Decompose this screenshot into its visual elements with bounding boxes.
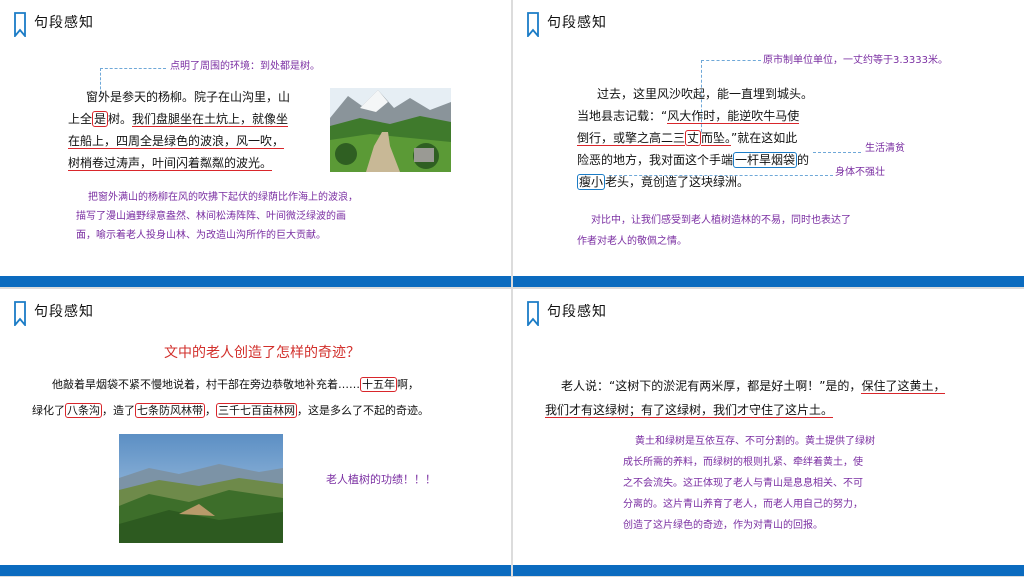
underlined-phrase: 倒行，或擎之高二三: [577, 131, 686, 146]
highlight-word: 一杆旱烟袋: [733, 152, 798, 168]
highlight-word: 是: [92, 111, 109, 127]
annotation-connector: [813, 152, 861, 153]
forest-mountain-photo: [119, 434, 283, 543]
mountain-path-photo: [330, 88, 451, 172]
slide-1[interactable]: 句段感知 点明了周围的环境：到处都是树。 窗外是参天的杨柳。院子在山沟里，山 上…: [0, 0, 511, 287]
underlined-phrase: 树梢卷过涛声，叶间闪着粼粼的波光。: [68, 156, 273, 171]
passage-text: 老人说：“这树下的淤泥有两米厚，都是好土啊！”是的，保住了这黄土， 我们才有这绿…: [545, 379, 946, 418]
highlight-word: 八条沟: [65, 403, 102, 418]
highlight-word: 瘦小: [577, 174, 606, 190]
explanation-note: 把窗外满山的杨柳在风的吹拂下起伏的绿荫比作海上的波浪， 描写了漫山遍野绿意盎然、…: [76, 192, 358, 241]
bookmark-icon: [14, 12, 26, 37]
annotation-connector: [100, 68, 166, 69]
annotation-connector: [701, 60, 761, 61]
annotation-note: 点明了周围的环境：到处都是树。: [170, 61, 320, 72]
passage-text: 他敲着旱烟袋不紧不慢地说着，村干部在旁边恭敬地补充着…… 十五年 啊， 绿化了 八条沟…: [32, 377, 429, 418]
underlined-phrase: 我们盘腿坐在土炕上，就像坐: [132, 112, 289, 127]
slide-title: 句段感知: [34, 304, 94, 320]
bookmark-icon: [14, 301, 26, 326]
bookmark-icon: [527, 301, 539, 326]
slide-2[interactable]: 句段感知 原市制单位单位，一丈约等于3.3333米。 生活清贫 身体不强壮 过去…: [513, 0, 1024, 287]
annotation-note: 原市制单位单位，一丈约等于3.3333米。: [763, 55, 948, 66]
footer-bar: [513, 276, 1024, 287]
annotation-note: 身体不强壮: [835, 167, 885, 178]
slide-title: 句段感知: [547, 15, 607, 31]
highlight-word: 三千七百亩林网: [216, 403, 297, 418]
explanation-note: 黄土和绿树是互依互存、不可分割的。黄土提供了绿树 成长所需的养料，而绿树的根则扎…: [623, 436, 875, 531]
underlined-phrase: 保住了这黄土，: [861, 379, 946, 394]
slide-title: 句段感知: [34, 15, 94, 31]
passage-text: 过去，这里风沙吹起，能一直埋到城头。 当地县志记载：“风大作时，能逆吹牛马使 倒…: [577, 87, 814, 190]
passage-text: 窗外是参天的杨柳。院子在山沟里，山 上全是树。我们盘腿坐在土炕上，就像坐 在船上…: [68, 90, 291, 171]
highlight-word: 七条防风林带: [135, 403, 205, 418]
footer-bar: [513, 565, 1024, 576]
highlight-word: 十五年: [360, 377, 397, 392]
caption-note: 老人植树的功绩！！！: [326, 473, 436, 486]
slide-3[interactable]: 句段感知 文中的老人创造了怎样的奇迹？ 他敲着旱烟袋不紧不慢地说着，村干部在旁边…: [0, 289, 511, 576]
slide-title: 句段感知: [547, 304, 607, 320]
footer-bar: [0, 276, 511, 287]
question-heading: 文中的老人创造了怎样的奇迹？: [164, 345, 360, 361]
underlined-phrase: 风大作时，能逆吹牛马使: [667, 109, 800, 124]
explanation-note: 对比中，让我们感受到老人植树造林的不易，同时也表达了 作者对老人的敬佩之情。: [577, 215, 851, 247]
annotation-note: 生活清贫: [865, 143, 905, 154]
footer-bar: [0, 565, 511, 576]
highlight-word: 丈: [685, 130, 702, 146]
slide-4[interactable]: 句段感知 老人说：“这树下的淤泥有两米厚，都是好土啊！”是的，保住了这黄土， 我…: [513, 289, 1024, 576]
bookmark-icon: [527, 12, 539, 37]
underlined-phrase: 在船上，四周全是绿色的波浪，风一吹，: [68, 134, 285, 149]
underlined-phrase: 我们才有这绿树；有了这绿树，我们才守住了这片土。: [545, 403, 834, 418]
